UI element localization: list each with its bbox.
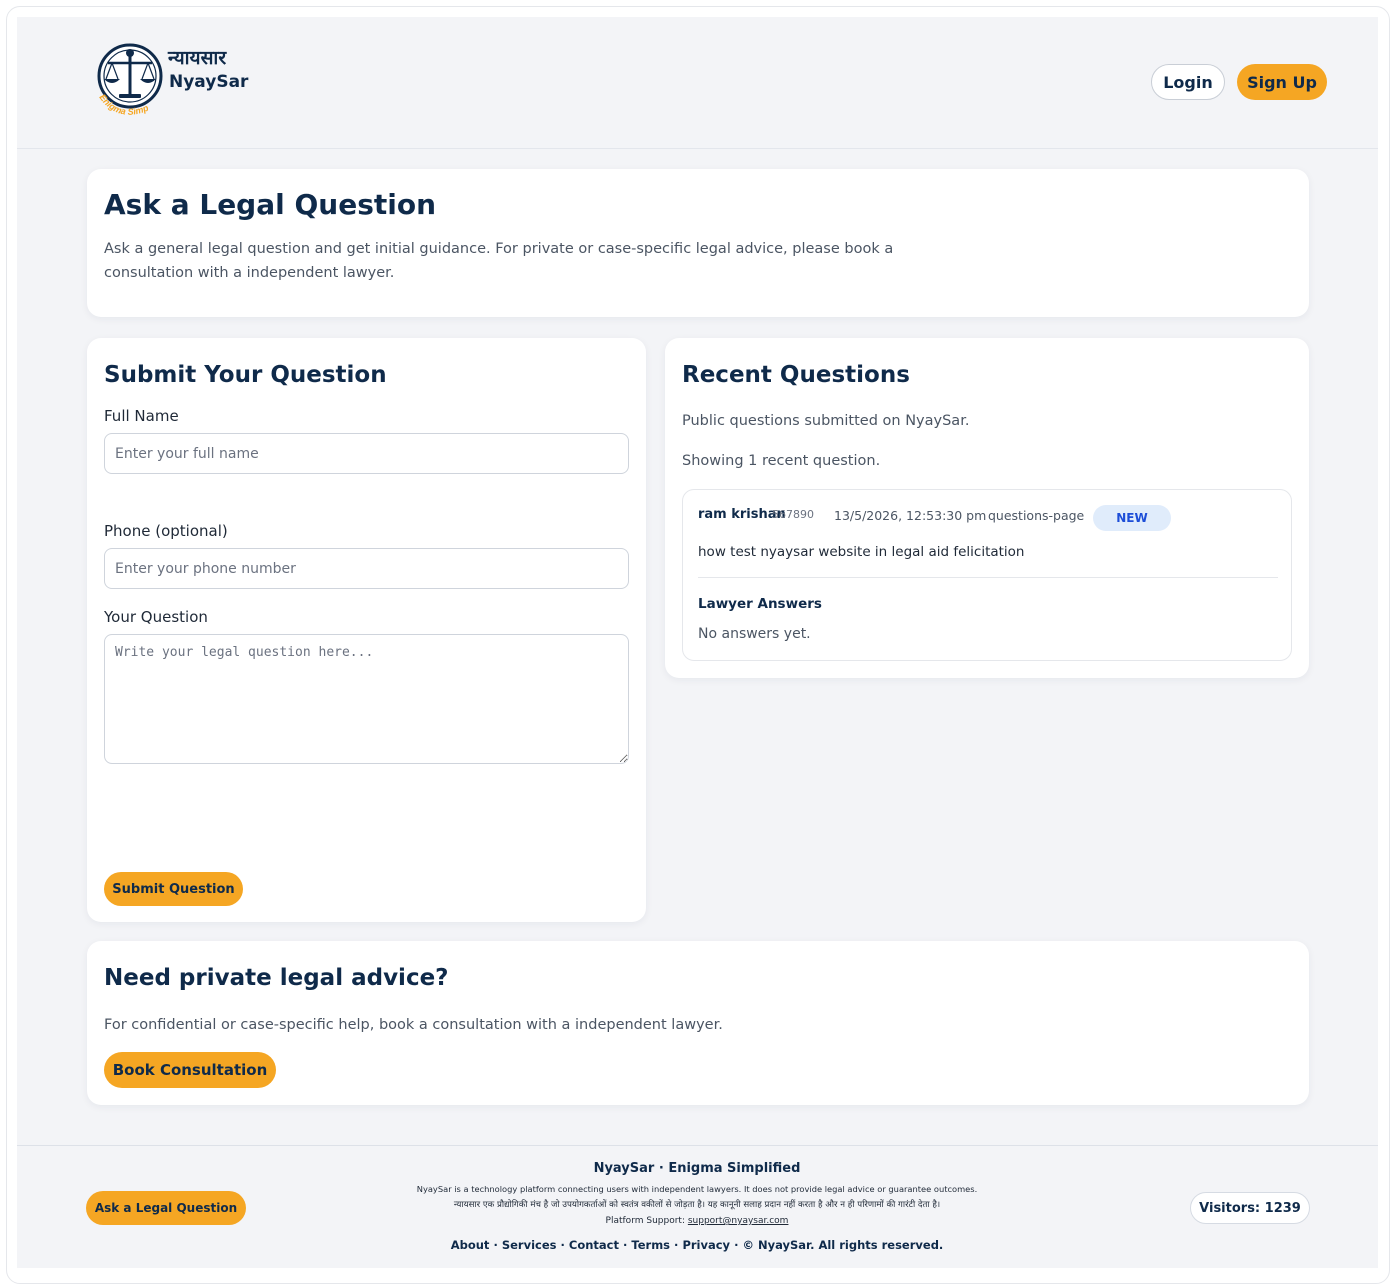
logo-hindi-text: न्यायसार [168, 47, 227, 69]
footer-disclaimer-en: NyaySar is a technology platform connect… [416, 1184, 978, 1194]
site-footer: Ask a Legal Question NyaySar · Enigma Si… [17, 1145, 1378, 1268]
private-advice-card: Need private legal advice? For confident… [87, 941, 1309, 1105]
footer-separator: · [560, 1238, 565, 1252]
full-name-label: Full Name [104, 407, 179, 425]
question-text: how test nyaysar website in legal aid fe… [698, 544, 1025, 560]
lawyer-answers-heading: Lawyer Answers [698, 596, 822, 612]
footer-links: About · Services · Contact · Terms · Pri… [347, 1236, 1047, 1254]
question-divider [698, 577, 1278, 578]
site-header: Enigma Simplified न्यायसार NyaySar Login… [17, 17, 1378, 149]
page: Enigma Simplified न्यायसार NyaySar Login… [17, 17, 1378, 1268]
visitor-counter: Visitors: 1239 [1190, 1192, 1310, 1224]
phone-label: Phone (optional) [104, 522, 228, 540]
form-title: Submit Your Question [104, 362, 387, 388]
login-button[interactable]: Login [1151, 64, 1225, 100]
book-consultation-button[interactable]: Book Consultation [104, 1052, 276, 1088]
recent-questions-subtitle: Public questions submitted on NyaySar. [682, 413, 970, 429]
full-name-input[interactable] [104, 433, 629, 474]
question-textarea[interactable] [104, 634, 629, 764]
footer-disclaimer-hi: न्यायसार एक प्रौद्योगिकी मंच है जो उपयोग… [453, 1200, 941, 1210]
signup-button[interactable]: Sign Up [1237, 64, 1327, 100]
logo-english-text: NyaySar [169, 72, 249, 92]
status-badge: NEW [1093, 505, 1171, 531]
recent-questions-count: Showing 1 recent question. [682, 453, 881, 469]
footer-link-about[interactable]: About [451, 1238, 490, 1252]
recent-questions-card: Recent Questions Public questions submit… [665, 338, 1309, 678]
footer-separator: · [623, 1238, 628, 1252]
footer-separator: · [734, 1238, 739, 1252]
intro-description: Ask a general legal question and get ini… [104, 237, 1004, 285]
footer-support-label: Platform Support: [605, 1216, 685, 1226]
footer-center: NyaySar · Enigma Simplified NyaySar is a… [347, 1160, 1047, 1254]
footer-copyright: © NyaySar. All rights reserved. [742, 1238, 944, 1252]
intro-description-line-1: Ask a general legal question and get ini… [104, 241, 894, 257]
footer-support-email[interactable]: support@nyaysar.com [688, 1216, 789, 1226]
footer-separator: · [674, 1238, 679, 1252]
question-source: questions-page [988, 508, 1085, 523]
footer-separator: · [493, 1238, 498, 1252]
phone-input[interactable] [104, 548, 629, 589]
question-form-card: Submit Your Question Full Name Phone (op… [87, 338, 646, 922]
footer-support: Platform Support: support@nyaysar.com [347, 1213, 1047, 1229]
footer-link-privacy[interactable]: Privacy [682, 1238, 730, 1252]
private-advice-title: Need private legal advice? [104, 965, 449, 991]
recent-questions-title: Recent Questions [682, 362, 910, 388]
question-label: Your Question [104, 608, 208, 626]
footer-link-terms[interactable]: Terms [631, 1238, 670, 1252]
lawyer-answers-empty: No answers yet. [698, 626, 811, 642]
question-phone: 567890 [772, 508, 814, 521]
footer-link-services[interactable]: Services [502, 1238, 557, 1252]
question-timestamp: 13/5/2026, 12:53:30 pm [834, 508, 987, 523]
page-title: Ask a Legal Question [104, 188, 437, 221]
footer-brand: NyaySar · Enigma Simplified [593, 1161, 801, 1176]
submit-question-button[interactable]: Submit Question [104, 872, 243, 906]
intro-card: Ask a Legal Question Ask a general legal… [87, 169, 1309, 317]
intro-description-line-2: consultation with a independent lawyer. [104, 265, 395, 281]
footer-link-contact[interactable]: Contact [569, 1238, 619, 1252]
footer-ask-question-button[interactable]: Ask a Legal Question [86, 1191, 246, 1225]
private-advice-description: For confidential or case-specific help, … [104, 1017, 723, 1033]
question-item: ram krishan 567890 13/5/2026, 12:53:30 p… [682, 489, 1292, 661]
